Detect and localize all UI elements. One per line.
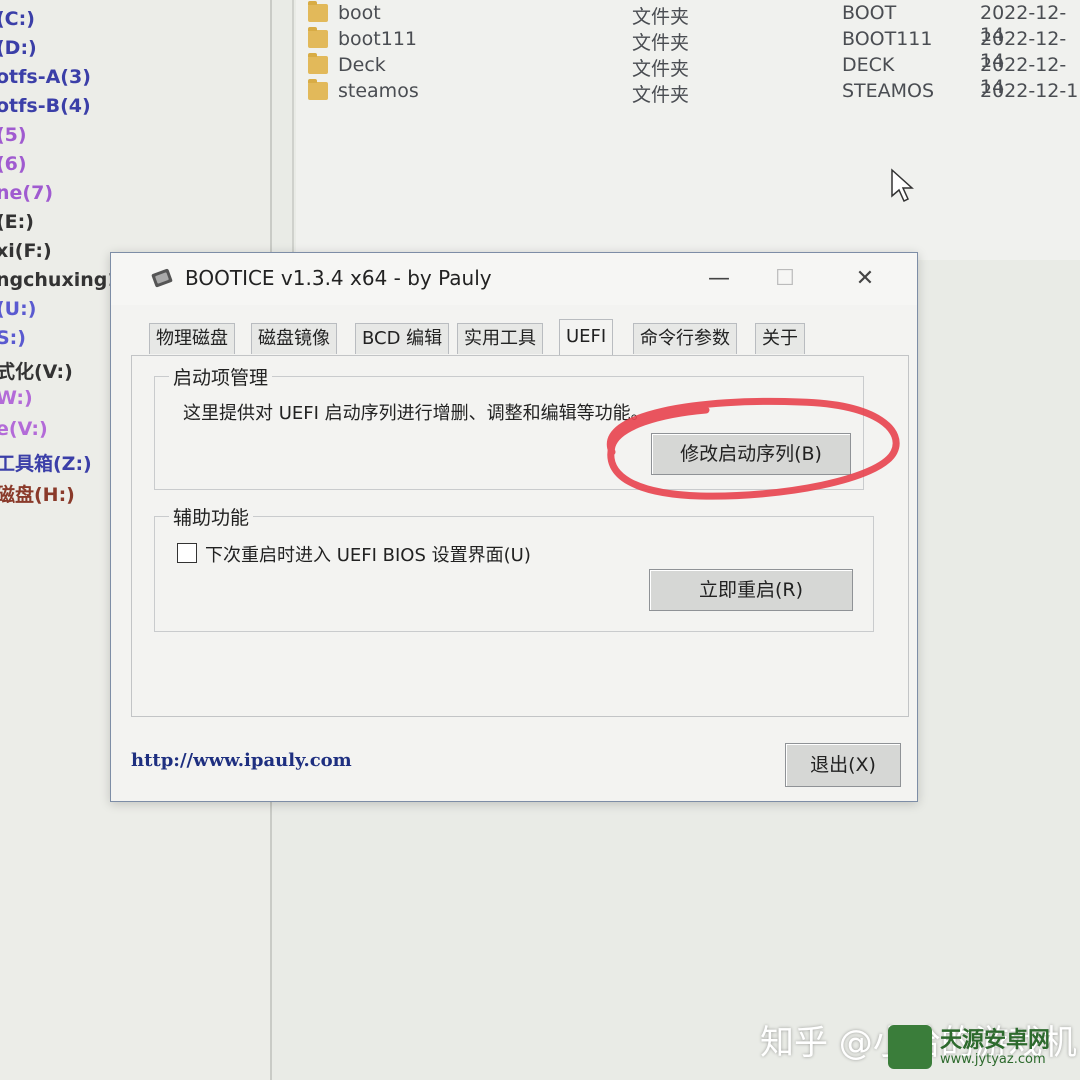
drive-item[interactable]: (C:) — [0, 8, 35, 30]
file-type: 文件夹 — [632, 84, 690, 106]
drive-item[interactable]: xi(F:) — [0, 240, 52, 262]
file-type: 文件夹 — [632, 58, 690, 80]
file-name: boot — [338, 2, 381, 24]
website-link[interactable]: http://www.ipauly.com — [131, 750, 352, 771]
drive-item[interactable]: 工具箱(Z:) — [0, 449, 92, 476]
file-type: 文件夹 — [632, 6, 690, 28]
drive-item[interactable]: 式化(V:) — [0, 357, 73, 384]
minimize-button[interactable]: — — [699, 263, 739, 295]
uefi-panel: 启动项管理 这里提供对 UEFI 启动序列进行增删、调整和编辑等功能。 修改启动… — [131, 355, 909, 717]
uefi-bios-checkbox[interactable] — [177, 543, 197, 563]
close-button[interactable]: ✕ — [845, 263, 885, 295]
tab-bcd-edit[interactable]: BCD 编辑 — [355, 323, 450, 354]
file-type: 文件夹 — [632, 32, 690, 54]
drive-item[interactable]: (E:) — [0, 211, 34, 233]
tab-utilities[interactable]: 实用工具 — [457, 323, 543, 354]
drive-item[interactable]: otfs-B(4) — [0, 95, 91, 117]
group-title: 启动项管理 — [169, 363, 273, 390]
restart-now-button[interactable]: 立即重启(R) — [649, 569, 853, 611]
file-row[interactable]: boot111 文件夹 BOOT111 2022-12-14 — [296, 27, 1080, 72]
exit-button[interactable]: 退出(X) — [785, 743, 901, 787]
tab-physical-disk[interactable]: 物理磁盘 — [149, 323, 235, 354]
maximize-button[interactable]: ☐ — [765, 263, 805, 295]
file-name: steamos — [338, 80, 419, 102]
drive-item[interactable]: (5) — [0, 124, 27, 146]
folder-icon — [308, 27, 328, 48]
modify-boot-order-button[interactable]: 修改启动序列(B) — [651, 433, 851, 475]
site-logo-title: 天源安卓网 — [940, 1028, 1051, 1053]
boot-management-group: 启动项管理 这里提供对 UEFI 启动序列进行增删、调整和编辑等功能。 修改启动… — [154, 363, 864, 490]
file-date: 2022-12-1 — [980, 80, 1079, 102]
window-title: BOOTICE v1.3.4 x64 - by Pauly — [185, 266, 492, 290]
site-logo-url: www.jytyaz.com — [940, 1052, 1046, 1067]
file-label: BOOT — [842, 2, 897, 24]
bootice-dialog: BOOTICE v1.3.4 x64 - by Pauly — ☐ ✕ 物理磁盘… — [110, 252, 918, 802]
checkbox-label: 下次重启时进入 UEFI BIOS 设置界面(U) — [205, 545, 531, 566]
file-name: Deck — [338, 54, 386, 76]
file-row[interactable]: Deck 文件夹 DECK 2022-12-14 — [296, 53, 1080, 98]
folder-icon — [308, 1, 328, 22]
tab-uefi[interactable]: UEFI — [559, 319, 614, 356]
column-divider — [292, 0, 294, 260]
drive-item[interactable]: W:) — [0, 387, 33, 409]
file-label: BOOT111 — [842, 28, 933, 50]
folder-icon — [308, 53, 328, 74]
aux-functions-group: 辅助功能 下次重启时进入 UEFI BIOS 设置界面(U) 立即重启(R) — [154, 503, 874, 632]
file-name: boot111 — [338, 28, 418, 50]
drive-item[interactable]: 磁盘(H:) — [0, 480, 75, 507]
drive-item[interactable]: ne(7) — [0, 182, 53, 204]
file-row[interactable]: boot 文件夹 BOOT 2022-12-14 — [296, 1, 1080, 46]
app-icon — [151, 268, 173, 288]
site-logo-icon — [888, 1025, 932, 1069]
title-bar[interactable]: BOOTICE v1.3.4 x64 - by Pauly — ☐ ✕ — [111, 253, 917, 305]
drive-item[interactable]: (D:) — [0, 37, 37, 59]
drive-item[interactable]: otfs-A(3) — [0, 66, 91, 88]
folder-icon — [308, 79, 328, 100]
file-label: DECK — [842, 54, 895, 76]
mouse-pointer-icon — [891, 168, 914, 203]
drive-item[interactable]: e(V:) — [0, 418, 48, 440]
tab-about[interactable]: 关于 — [755, 323, 805, 354]
tab-disk-image[interactable]: 磁盘镜像 — [251, 323, 337, 354]
group-title: 辅助功能 — [169, 503, 254, 530]
file-label: STEAMOS — [842, 80, 935, 102]
file-list: boot 文件夹 BOOT 2022-12-14 boot111 文件夹 BOO… — [296, 0, 1080, 260]
tab-command-line[interactable]: 命令行参数 — [633, 323, 737, 354]
drive-item[interactable]: (6) — [0, 153, 27, 175]
drive-item[interactable]: (U:) — [0, 298, 36, 320]
drive-item[interactable]: S:) — [0, 327, 26, 349]
file-row[interactable]: steamos 文件夹 STEAMOS 2022-12-1 — [296, 79, 1080, 106]
boot-description: 这里提供对 UEFI 启动序列进行增删、调整和编辑等功能。 — [183, 403, 649, 424]
